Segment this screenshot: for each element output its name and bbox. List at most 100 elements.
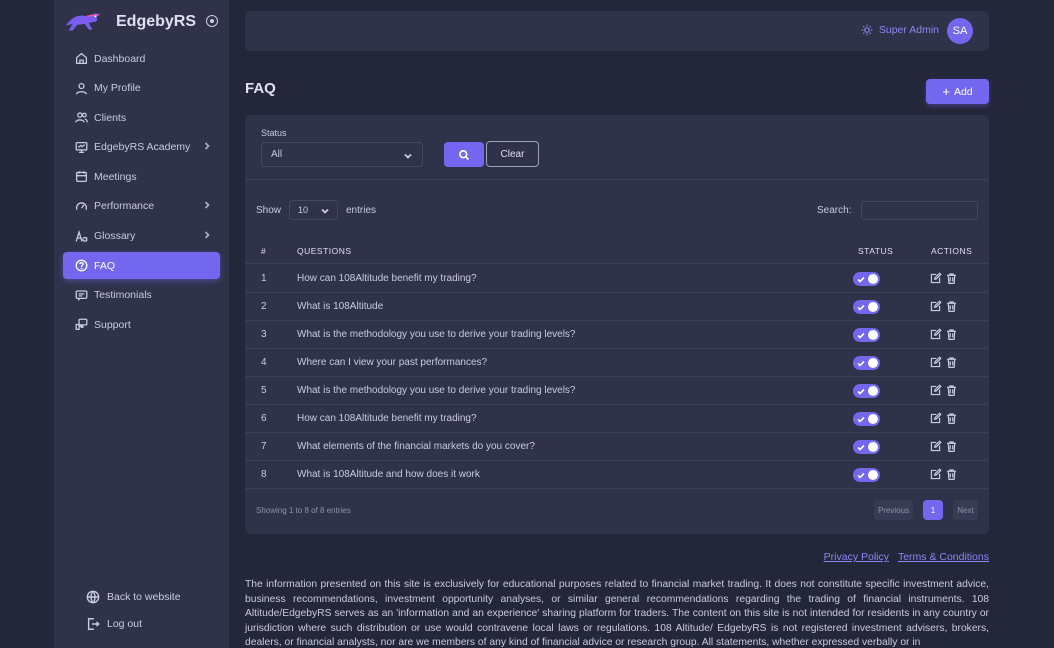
sidebar-item-label: Support xyxy=(94,318,131,331)
column-header-questions[interactable]: QUESTIONS xyxy=(297,246,352,256)
logo-icon xyxy=(65,13,101,31)
status-filter-label: Status xyxy=(261,128,287,138)
status-select[interactable]: All xyxy=(261,142,423,167)
search-button[interactable] xyxy=(444,142,484,167)
status-toggle[interactable] xyxy=(853,272,880,286)
avatar[interactable]: SA xyxy=(947,18,973,44)
sidebar-item-faq[interactable]: FAQ xyxy=(63,252,220,280)
search-label: Search: xyxy=(817,205,852,216)
row-number: 3 xyxy=(261,329,267,340)
sidebar-item-label: Meetings xyxy=(94,170,137,183)
user-role-label: Super Admin xyxy=(878,24,939,36)
presentation-icon xyxy=(75,141,88,153)
sidebar-item-label: Performance xyxy=(94,200,155,213)
row-question: How can 108Altitude benefit my trading? xyxy=(297,273,477,284)
brand-name: EdgebyRS xyxy=(116,13,197,30)
back-to-website-link[interactable]: Back to website xyxy=(86,588,226,606)
sidebar-item-label: My Profile xyxy=(94,82,141,95)
sidebar-item-label: Testimonials xyxy=(94,289,152,302)
chevron-down-icon xyxy=(321,208,329,214)
sidebar-item-label: EdgebyRS Academy xyxy=(94,141,191,154)
sidebar-item-glossary[interactable]: Glossary xyxy=(63,223,220,250)
help-circle-icon xyxy=(75,259,88,272)
delete-icon[interactable] xyxy=(945,272,958,285)
edit-icon[interactable] xyxy=(929,328,942,341)
pagination-page-1[interactable]: 1 xyxy=(923,500,943,520)
pagination-next[interactable]: Next xyxy=(953,500,978,520)
edit-icon[interactable] xyxy=(929,440,942,453)
disclaimer: The information presented on this site i… xyxy=(245,579,989,648)
sidebar-toggle-icon[interactable] xyxy=(206,15,218,27)
status-select-value: All xyxy=(271,149,283,160)
brand[interactable]: EdgebyRS xyxy=(64,8,224,36)
calendar-icon xyxy=(75,171,88,183)
chevron-right-icon xyxy=(204,201,210,209)
logout-link-wrap: Log out xyxy=(86,615,226,633)
check-icon xyxy=(857,276,865,283)
clear-button[interactable]: Clear xyxy=(486,141,539,167)
delete-icon[interactable] xyxy=(945,356,958,369)
sun-icon xyxy=(861,24,873,36)
edit-icon[interactable] xyxy=(929,468,942,481)
delete-icon[interactable] xyxy=(945,300,958,313)
terms-conditions-link[interactable]: Terms & Conditions xyxy=(898,551,989,563)
status-toggle[interactable] xyxy=(853,468,880,482)
user-role[interactable]: Super Admin xyxy=(861,24,939,36)
check-icon xyxy=(857,472,865,479)
sidebar-item-academy[interactable]: EdgebyRS Academy xyxy=(63,134,220,161)
row-number: 4 xyxy=(261,357,267,368)
search-icon xyxy=(459,149,470,160)
column-header-num[interactable]: # xyxy=(261,246,266,256)
support-icon xyxy=(75,318,88,331)
chevron-down-icon xyxy=(404,153,412,159)
gauge-icon xyxy=(75,202,88,210)
sidebar-item-label: FAQ xyxy=(94,259,116,272)
edit-icon[interactable] xyxy=(929,356,942,369)
page-length-select[interactable]: 10 xyxy=(289,200,338,220)
sidebar-item-support[interactable]: Support xyxy=(63,311,220,338)
sidebar-item-my-profile[interactable]: My Profile xyxy=(63,75,220,102)
column-header-status[interactable]: STATUS xyxy=(858,246,893,256)
entries-label: entries xyxy=(346,205,377,216)
status-toggle[interactable] xyxy=(853,440,880,454)
row-question: Where can I view your past performances? xyxy=(297,357,488,368)
status-toggle[interactable] xyxy=(853,328,880,342)
letters-icon xyxy=(75,229,88,242)
row-number: 8 xyxy=(261,469,267,480)
status-toggle[interactable] xyxy=(853,384,880,398)
edit-icon[interactable] xyxy=(929,412,942,425)
privacy-policy-link[interactable]: Privacy Policy xyxy=(824,551,889,563)
delete-icon[interactable] xyxy=(945,328,958,341)
row-number: 5 xyxy=(261,385,267,396)
plus-icon: + xyxy=(942,84,950,99)
delete-icon[interactable] xyxy=(945,384,958,397)
delete-icon[interactable] xyxy=(945,440,958,453)
sidebar-item-meetings[interactable]: Meetings xyxy=(63,163,220,190)
search-input[interactable] xyxy=(861,201,978,220)
sidebar-item-dashboard[interactable]: Dashboard xyxy=(63,45,220,72)
edit-icon[interactable] xyxy=(929,384,942,397)
sidebar-item-clients[interactable]: Clients xyxy=(63,104,220,131)
edit-icon[interactable] xyxy=(929,300,942,313)
add-button[interactable]: + Add xyxy=(926,79,989,104)
delete-icon[interactable] xyxy=(945,468,958,481)
page-title: FAQ xyxy=(245,80,276,97)
row-question: What is 108Altitude and how does it work xyxy=(297,469,480,480)
delete-icon[interactable] xyxy=(945,412,958,425)
pagination-previous[interactable]: Previous xyxy=(874,500,913,520)
sidebar: EdgebyRS Dashboard My Profile Clients Ed… xyxy=(54,0,229,648)
row-number: 2 xyxy=(261,301,267,312)
topbar: Super Admin SA xyxy=(245,11,989,51)
edit-icon[interactable] xyxy=(929,272,942,285)
status-toggle[interactable] xyxy=(853,412,880,426)
row-number: 7 xyxy=(261,441,267,452)
sidebar-item-performance[interactable]: Performance xyxy=(63,193,220,220)
logout-label: Log out xyxy=(107,618,143,630)
sidebar-item-testimonials[interactable]: Testimonials xyxy=(63,282,220,309)
logout-link[interactable]: Log out xyxy=(86,615,226,633)
status-toggle[interactable] xyxy=(853,356,880,370)
table-header: # QUESTIONS STATUS ACTIONS xyxy=(245,237,989,264)
divider xyxy=(245,179,989,180)
table-row: 5 What is the methodology you use to deri… xyxy=(245,377,989,405)
status-toggle[interactable] xyxy=(853,300,880,314)
